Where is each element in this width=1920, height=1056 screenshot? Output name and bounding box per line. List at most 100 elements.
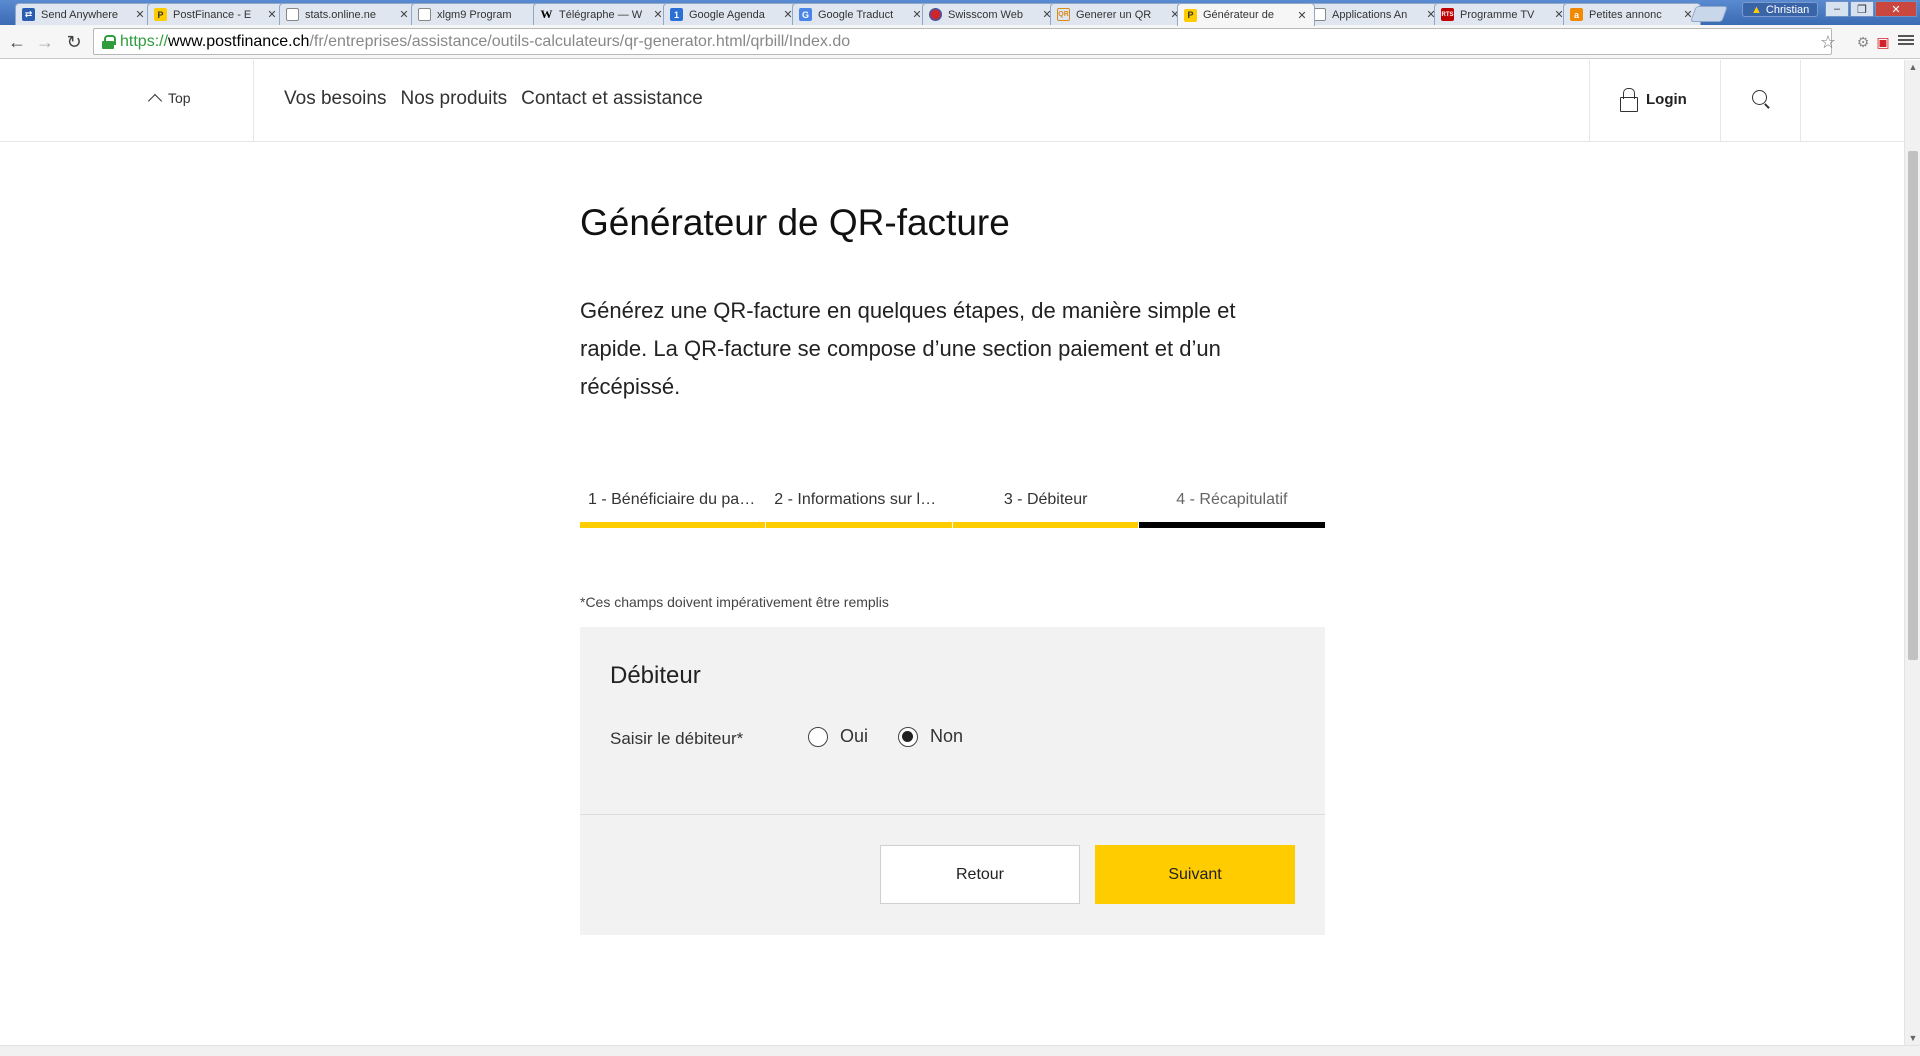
send-anywhere-icon: ⇄ bbox=[22, 8, 35, 21]
browser-tab[interactable]: a Petites annonc ✕ bbox=[1563, 3, 1701, 25]
url-host: www.postfinance.ch bbox=[168, 32, 310, 50]
google-calendar-icon: 1 bbox=[670, 8, 683, 21]
nav-contact-assistance[interactable]: Contact et assistance bbox=[521, 88, 703, 110]
nav-vos-besoins[interactable]: Vos besoins bbox=[284, 88, 386, 110]
browser-tab[interactable]: QR Generer un QR ✕ bbox=[1050, 3, 1188, 25]
rts-icon: RTS bbox=[1441, 8, 1454, 21]
browser-menu-icon[interactable] bbox=[1898, 33, 1914, 49]
url-path: /fr/entreprises/assistance/outils-calcul… bbox=[309, 32, 851, 50]
tab-title: Applications An bbox=[1332, 8, 1408, 21]
tab-title: Petites annonc bbox=[1589, 8, 1662, 21]
next-button[interactable]: Suivant bbox=[1095, 845, 1295, 904]
header-divider bbox=[1720, 60, 1721, 142]
browser-tab[interactable]: stats.online.ne ✕ bbox=[279, 3, 417, 25]
close-icon[interactable]: ✕ bbox=[266, 8, 278, 21]
vertical-scrollbar[interactable]: ▲ ▼ bbox=[1904, 60, 1920, 1045]
top-link[interactable]: Top bbox=[147, 90, 191, 108]
scroll-down-icon[interactable]: ▼ bbox=[1908, 1033, 1918, 1043]
browser-tab[interactable]: xlgm9 Program ✕ bbox=[411, 3, 549, 25]
browser-tab[interactable]: G Google Traduct ✕ bbox=[792, 3, 930, 25]
tab-title: stats.online.ne bbox=[305, 8, 376, 21]
step-beneficiaire[interactable]: 1 - Bénéficiaire du paiement bbox=[580, 488, 766, 528]
tab-title: Generer un QR bbox=[1076, 8, 1152, 21]
tab-title: Télégraphe — W bbox=[559, 8, 643, 21]
close-icon[interactable]: ✕ bbox=[398, 8, 410, 21]
reload-button[interactable]: ↻ bbox=[62, 30, 86, 54]
login-button[interactable]: Login bbox=[1620, 88, 1687, 112]
restore-button[interactable]: ❐ bbox=[1850, 1, 1874, 17]
tab-title: Swisscom Web bbox=[948, 8, 1023, 21]
radio-button-oui[interactable] bbox=[808, 726, 828, 747]
extension-red-icon[interactable]: ▣ bbox=[1874, 33, 1892, 51]
browser-tab[interactable]: Applications An ✕ bbox=[1306, 3, 1444, 25]
browser-tab[interactable]: ⇄ Send Anywhere ✕ bbox=[15, 3, 153, 25]
header-divider bbox=[253, 60, 254, 142]
browser-toolbar: ← → ↻ https://www.postfinance.ch/fr/entr… bbox=[0, 25, 1920, 59]
window-close-button[interactable]: ✕ bbox=[1875, 1, 1917, 17]
close-icon[interactable]: ✕ bbox=[1296, 9, 1308, 22]
forward-button[interactable]: → bbox=[33, 30, 57, 54]
intro-text: Générez une QR-facture en quelques étape… bbox=[580, 298, 1236, 399]
form-divider bbox=[580, 814, 1325, 815]
tab-title: Programme TV bbox=[1460, 8, 1535, 21]
wikipedia-icon: W bbox=[540, 7, 553, 21]
step-debiteur[interactable]: 3 - Débiteur bbox=[952, 488, 1139, 528]
tab-title: Google Traduct bbox=[818, 8, 894, 21]
browser-tab[interactable]: P PostFinance - E ✕ bbox=[147, 3, 285, 25]
new-tab-button[interactable] bbox=[1690, 6, 1728, 22]
login-label: Login bbox=[1646, 90, 1687, 108]
url-scheme: https:// bbox=[120, 32, 169, 50]
field-label: Saisir le débiteur* bbox=[610, 729, 744, 748]
extension-icon[interactable]: ⚙ bbox=[1854, 33, 1872, 51]
tab-title: PostFinance - E bbox=[173, 8, 252, 21]
browser-tab-bar: ⇄ Send Anywhere ✕ P PostFinance - E ✕ st… bbox=[0, 0, 1920, 26]
radio-label: Non bbox=[930, 726, 964, 746]
browser-tab[interactable]: W Télégraphe — W ✕ bbox=[533, 3, 671, 25]
scroll-up-icon[interactable]: ▲ bbox=[1908, 62, 1918, 72]
profile-name: Christian bbox=[1765, 3, 1810, 16]
required-note: *Ces champs doivent impérativement être … bbox=[580, 594, 889, 610]
postfinance-icon: P bbox=[154, 8, 167, 21]
top-label: Top bbox=[168, 90, 191, 106]
address-bar[interactable]: https://www.postfinance.ch/fr/entreprise… bbox=[93, 28, 1832, 55]
radio-button-non[interactable] bbox=[898, 726, 919, 747]
browser-tab[interactable]: 1 Google Agenda ✕ bbox=[663, 3, 801, 25]
radio-option-oui[interactable]: Oui bbox=[808, 726, 868, 747]
back-button[interactable]: Retour bbox=[880, 845, 1080, 904]
page-icon bbox=[418, 8, 431, 21]
step-informations[interactable]: 2 - Informations sur le paiement bbox=[766, 488, 953, 528]
horizontal-scrollbar[interactable] bbox=[0, 1045, 1920, 1056]
google-translate-icon: G bbox=[799, 8, 812, 21]
search-icon[interactable] bbox=[1752, 90, 1772, 110]
step-progress: 1 - Bénéficiaire du paiement 2 - Informa… bbox=[580, 488, 1325, 528]
chevron-up-icon bbox=[147, 93, 163, 108]
close-icon[interactable]: ✕ bbox=[134, 8, 146, 21]
radio-option-non[interactable]: Non bbox=[898, 726, 963, 747]
profile-button[interactable]: ▲ Christian bbox=[1742, 2, 1819, 17]
tab-title: Générateur de bbox=[1203, 9, 1274, 21]
minimize-button[interactable]: – bbox=[1825, 1, 1849, 17]
browser-tab[interactable]: Swisscom Web ✕ bbox=[922, 3, 1060, 25]
scroll-thumb[interactable] bbox=[1908, 151, 1918, 660]
radio-label: Oui bbox=[840, 726, 869, 746]
browser-tab[interactable]: RTS Programme TV ✕ bbox=[1434, 3, 1572, 25]
bookmark-star-icon[interactable]: ☆ bbox=[1820, 32, 1836, 53]
page-title: Générateur de QR-facture bbox=[580, 202, 1010, 243]
postfinance-icon: P bbox=[1184, 8, 1197, 22]
main-nav: Vos besoins Nos produits Contact et assi… bbox=[284, 88, 703, 110]
site-header: Top Vos besoins Nos produits Contact et … bbox=[0, 60, 1904, 142]
header-divider bbox=[1589, 60, 1590, 142]
header-divider bbox=[1800, 60, 1801, 142]
back-button[interactable]: ← bbox=[5, 30, 29, 54]
warning-icon: ▲ bbox=[1751, 3, 1762, 16]
debtor-form-panel: Débiteur Saisir le débiteur* Oui Non Ret… bbox=[580, 627, 1325, 935]
debtor-radio-group: Oui Non bbox=[808, 726, 963, 747]
anibis-icon: a bbox=[1570, 8, 1583, 21]
qr-icon: QR bbox=[1057, 8, 1070, 21]
tab-title: Send Anywhere bbox=[41, 8, 119, 21]
tab-title: xlgm9 Program bbox=[437, 8, 512, 21]
form-title: Débiteur bbox=[610, 662, 701, 689]
browser-tab-active[interactable]: P Générateur de ✕ bbox=[1177, 3, 1315, 26]
lock-icon bbox=[1620, 88, 1638, 112]
nav-nos-produits[interactable]: Nos produits bbox=[400, 88, 507, 110]
